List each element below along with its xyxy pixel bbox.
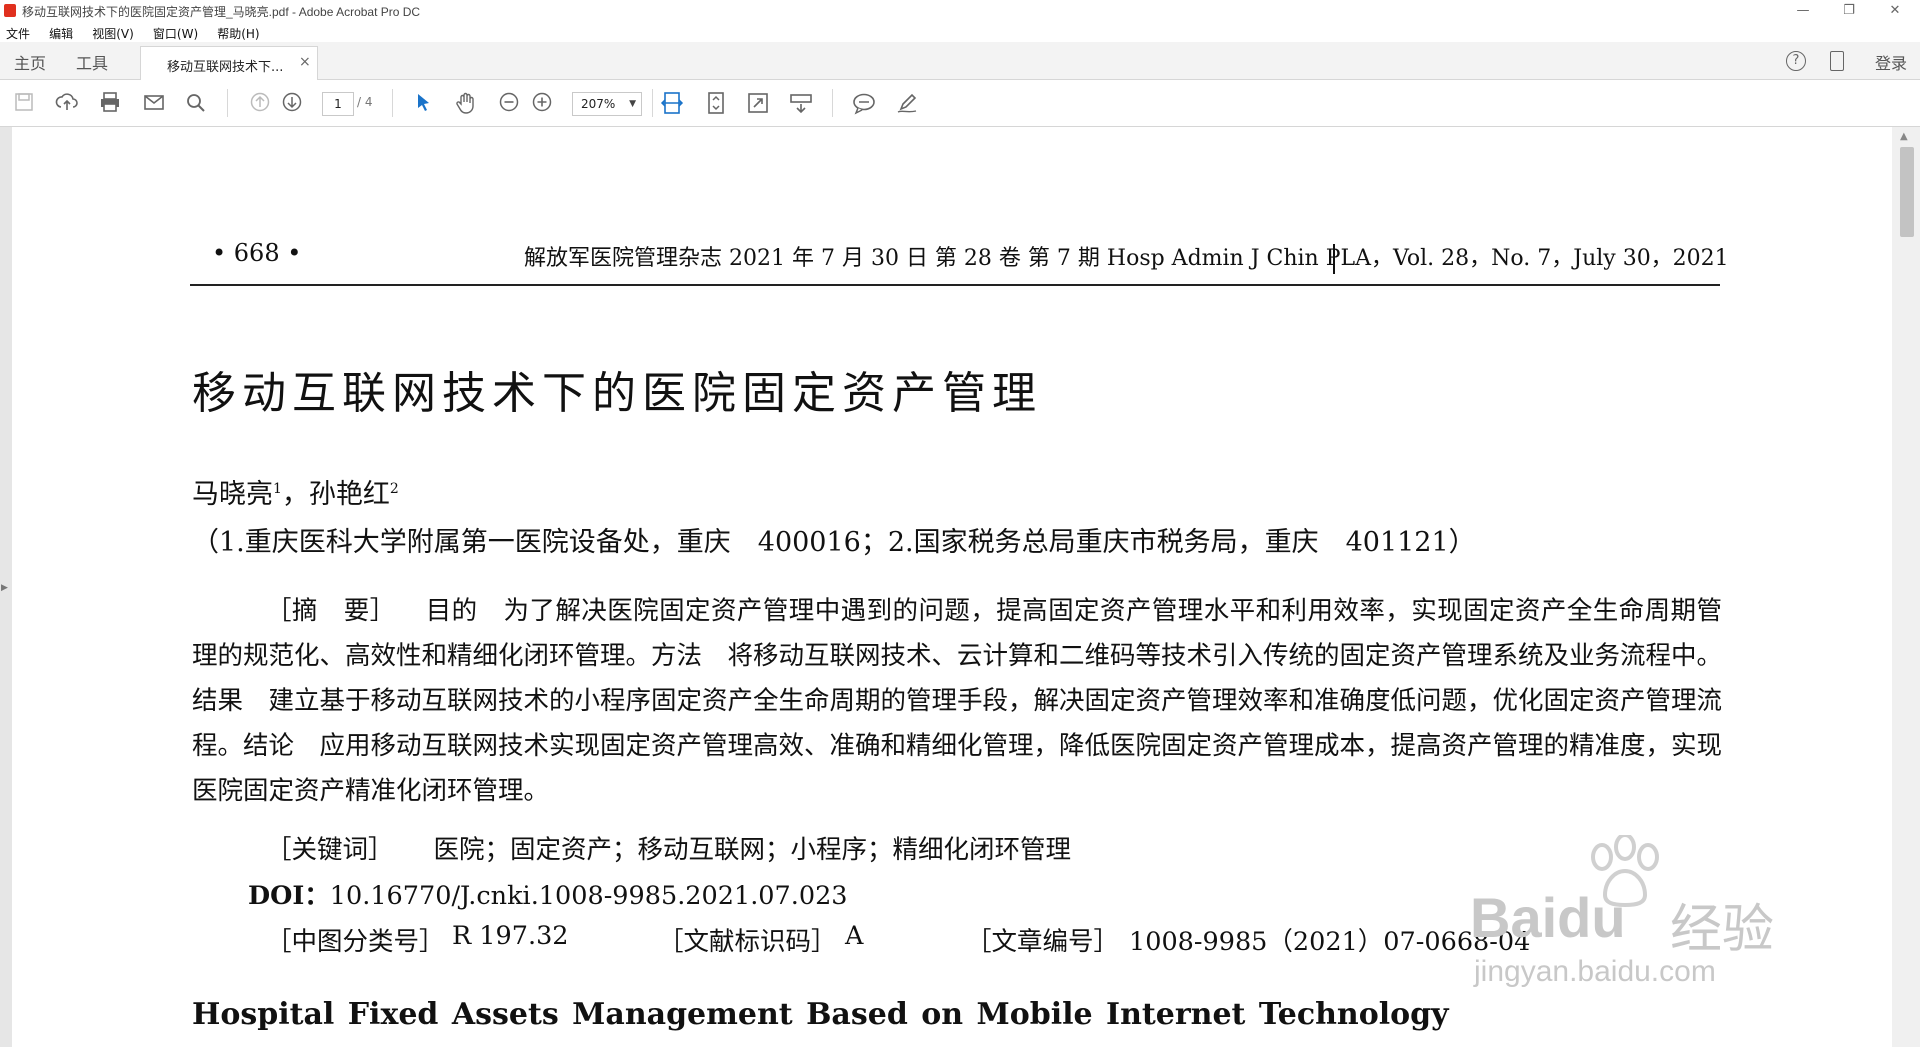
page-number-input[interactable]: 1 xyxy=(322,92,354,116)
baidu-watermark: Baidu 经验 jingyan.baidu.com xyxy=(1470,835,1790,1005)
fit-width-icon[interactable] xyxy=(660,91,684,115)
tab-home[interactable]: 主页 xyxy=(14,50,46,74)
read-mode-icon[interactable] xyxy=(789,91,813,115)
doc-code-value: A xyxy=(845,921,864,951)
restore-button[interactable]: ❐ xyxy=(1826,0,1872,22)
abstract-label: ［摘 要］ xyxy=(266,596,396,626)
author-2: ，孙艳红 xyxy=(281,479,390,510)
clc-value: R 197.32 xyxy=(452,921,569,951)
clc-label: ［中图分类号］ xyxy=(266,927,445,957)
author-2-affil: 2 xyxy=(389,481,399,497)
zoom-in-icon[interactable] xyxy=(530,91,554,115)
sign-icon[interactable] xyxy=(895,91,919,115)
menu-help[interactable]: 帮助(H) xyxy=(211,22,267,42)
zoom-select[interactable]: 207% ▼ xyxy=(572,92,642,116)
upload-cloud-icon[interactable] xyxy=(55,91,79,115)
login-button[interactable]: 登录 xyxy=(1875,50,1907,74)
close-window-button[interactable]: ✕ xyxy=(1872,0,1918,22)
chevron-down-icon: ▼ xyxy=(629,99,636,109)
doi-value: 10.16770/J.cnki.1008-9985.2021.07.023 xyxy=(329,881,848,911)
page-number: • 668 • xyxy=(212,239,302,267)
scroll-thumb[interactable] xyxy=(1900,147,1914,237)
window-title: 移动互联网技术下的医院固定资产管理_马晓亮.pdf - Adobe Acroba… xyxy=(22,5,421,19)
minimize-button[interactable]: — xyxy=(1780,0,1826,22)
doc-code-label: ［文献标识码］ xyxy=(658,927,837,957)
english-title: Hospital Fixed Assets Management Based o… xyxy=(192,997,1449,1032)
authors: 马晓亮1，孙艳红2 xyxy=(192,472,399,511)
vertical-scrollbar[interactable]: ▲ xyxy=(1892,127,1920,1047)
keywords-label: ［关键词］ xyxy=(266,835,394,865)
doi: DOI：10.16770/J.cnki.1008-9985.2021.07.02… xyxy=(248,875,848,912)
watermark-url: jingyan.baidu.com xyxy=(1474,955,1716,988)
menu-view[interactable]: 视图(V) xyxy=(86,22,142,42)
comment-icon[interactable] xyxy=(852,91,876,115)
keywords-text: 医院；固定资产；移动互联网；小程序；精细化闭环管理 xyxy=(433,835,1072,865)
save-icon[interactable] xyxy=(12,91,36,115)
menu-edit[interactable]: 编辑 xyxy=(43,22,81,42)
page-up-icon[interactable] xyxy=(248,91,272,115)
text-cursor xyxy=(1333,244,1335,274)
tab-tools[interactable]: 工具 xyxy=(76,50,108,74)
help-icon[interactable]: ? xyxy=(1786,51,1806,71)
full-screen-icon[interactable] xyxy=(746,91,770,115)
zoom-out-icon[interactable] xyxy=(497,91,521,115)
mobile-link-icon[interactable] xyxy=(1830,51,1844,71)
print-icon[interactable] xyxy=(98,91,122,115)
doi-label: DOI： xyxy=(248,881,330,911)
menu-bar: 文件 编辑 视图(V) 窗口(W) 帮助(H) xyxy=(0,22,1920,42)
abstract: ［摘 要］ 目的 为了解决医院固定资产管理中遇到的问题，提高固定资产管理水平和利用… xyxy=(192,589,1722,814)
search-icon[interactable] xyxy=(184,91,208,115)
toolbar: 1 / 4 207% ▼ xyxy=(0,80,1920,127)
scroll-up-icon[interactable]: ▲ xyxy=(1900,131,1908,142)
header-rule xyxy=(190,284,1720,286)
email-icon[interactable] xyxy=(142,91,166,115)
watermark-cn: 经验 xyxy=(1670,901,1775,959)
left-panel-toggle-icon[interactable]: ▶ xyxy=(1,583,8,593)
tab-document-label: 移动互联网技术下... xyxy=(167,60,284,75)
title-bar: 移动互联网技术下的医院固定资产管理_马晓亮.pdf - Adobe Acroba… xyxy=(0,0,1920,22)
affiliations: （1.重庆医科大学附属第一医院设备处，重庆 400016；2.国家税务总局重庆市… xyxy=(192,527,1476,558)
article-no-label: ［文章编号］ xyxy=(966,927,1120,957)
zoom-value: 207% xyxy=(581,97,616,111)
abstract-text: 目的 为了解决医院固定资产管理中遇到的问题，提高固定资产管理水平和利用效率，实现… xyxy=(192,596,1723,806)
acrobat-icon xyxy=(4,4,16,17)
menu-window[interactable]: 窗口(W) xyxy=(147,22,206,42)
tab-bar: 主页 工具 移动互联网技术下... × ? 登录 xyxy=(0,42,1920,80)
watermark-brand: Baidu xyxy=(1470,886,1626,949)
select-pointer-icon[interactable] xyxy=(411,91,435,115)
menu-file[interactable]: 文件 xyxy=(0,22,38,42)
article-title: 移动互联网技术下的医院固定资产管理 xyxy=(192,368,1042,419)
keywords: ［关键词］ 医院；固定资产；移动互联网；小程序；精细化闭环管理 xyxy=(266,829,1071,866)
close-tab-icon[interactable]: × xyxy=(299,54,311,70)
page-total: / 4 xyxy=(357,95,373,109)
journal-header: 解放军医院管理杂志 2021 年 7 月 30 日 第 28 卷 第 7 期 H… xyxy=(524,246,1729,271)
page-down-icon[interactable] xyxy=(280,91,304,115)
author-1: 马晓亮 xyxy=(192,479,273,510)
tab-document[interactable]: 移动互联网技术下... × xyxy=(140,46,318,80)
author-1-affil: 1 xyxy=(273,481,282,497)
hand-tool-icon[interactable] xyxy=(454,91,478,115)
fit-page-icon[interactable] xyxy=(704,91,728,115)
